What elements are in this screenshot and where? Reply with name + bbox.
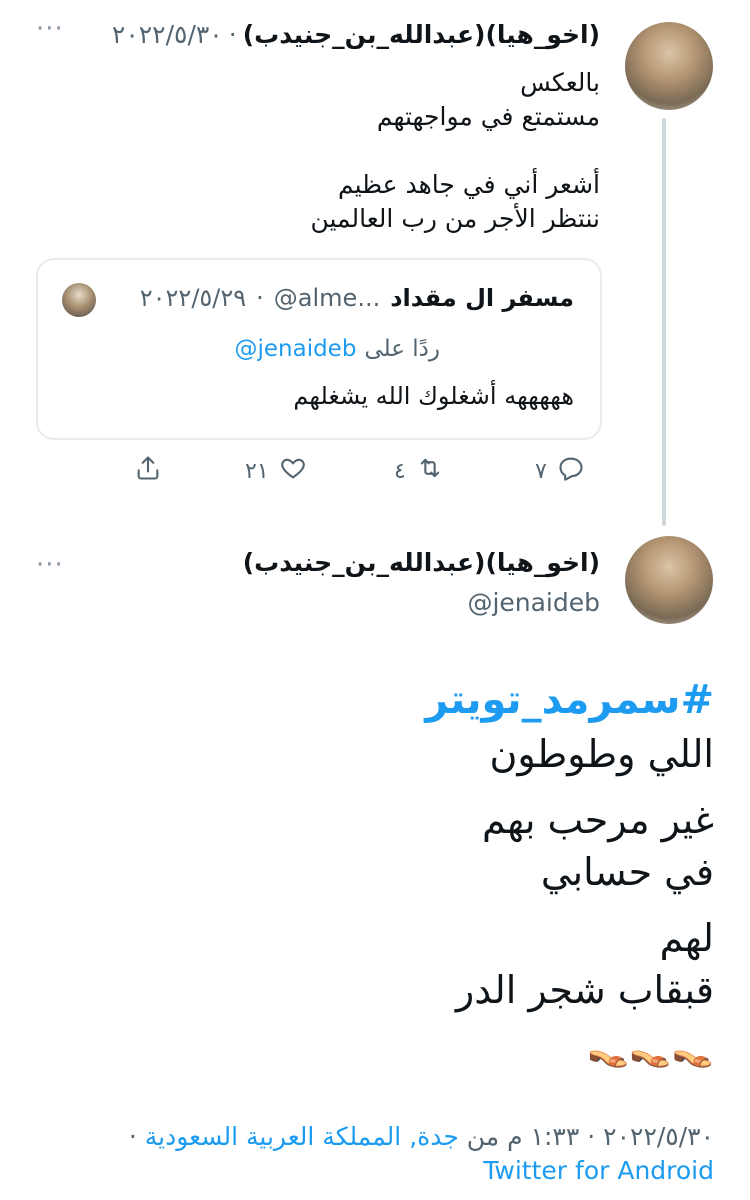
avatar[interactable] — [625, 536, 713, 624]
text-line: مستمتع في مواجهتهم — [376, 102, 600, 131]
text-line: قبقاب شجر الدر — [455, 968, 714, 1012]
heart-icon[interactable] — [279, 454, 307, 488]
quoted-handle[interactable]: @alme... — [274, 284, 380, 312]
reply-action[interactable]: ٧ — [535, 454, 585, 488]
replying-to-label: ردًا على — [364, 336, 440, 362]
replying-to-handle[interactable]: @jenaideb — [234, 336, 356, 362]
from-label: من — [466, 1122, 500, 1151]
more-horizontal-icon[interactable]: ··· — [36, 550, 64, 580]
emoji-line: 👡👡👡 — [586, 1030, 714, 1070]
tweet-paragraph: لهم قبقاب شجر الدر — [54, 912, 714, 1016]
tweet-paragraph: اللي وطوطون — [54, 728, 714, 780]
tweet-date[interactable]: ٢٠٢٢/٥/٣٠ — [603, 1122, 714, 1151]
text-line: ننتظر الأجر من رب العالمين — [310, 204, 600, 233]
text-line: اللي وطوطون — [489, 732, 714, 776]
source-link[interactable]: Twitter for Android — [483, 1156, 714, 1185]
share-action[interactable] — [134, 454, 162, 488]
thread-line — [662, 118, 666, 526]
text-line: أشعر أني في جاهد عظيم — [337, 170, 600, 199]
tweet-paragraph: غير مرحب بهم في حسابي — [54, 794, 714, 898]
more-horizontal-icon[interactable]: ··· — [36, 14, 64, 44]
reply-tweet-text: بالعكس مستمتع في مواجهتهم أشعر أني في جا… — [60, 66, 600, 236]
retweet-icon[interactable] — [416, 454, 444, 488]
quoted-tweet-header: مسفر ال مقداد @alme... · ٢٠٢٢/٥/٢٩ — [104, 284, 574, 312]
like-action[interactable]: ٢١ — [245, 454, 307, 488]
location-link[interactable]: جدة, المملكة العربية السعودية — [145, 1122, 459, 1151]
like-count: ٢١ — [245, 458, 269, 484]
text-line: في حسابي — [540, 850, 714, 894]
separator: · — [587, 1122, 596, 1151]
separator: · — [128, 1122, 137, 1151]
reply-tweet-header: (اخو_هيا)(عبدالله_بن_جنيدب) · ٢٠٢٢/٥/٣٠ — [40, 20, 600, 49]
separator: · — [256, 284, 264, 312]
share-icon[interactable] — [134, 454, 162, 488]
quoted-display-name[interactable]: مسفر ال مقداد — [390, 284, 574, 312]
tweet-date[interactable]: ٢٠٢٢/٥/٣٠ — [112, 20, 223, 49]
replying-to: ردًا على @jenaideb — [140, 336, 440, 362]
avatar[interactable] — [625, 22, 713, 110]
hashtag-link[interactable]: #سمرمد_تويتر — [54, 672, 714, 728]
text-line: بالعكس — [520, 68, 600, 97]
quoted-tweet-text: هههههه أشغلوك الله يشغلهم — [293, 382, 574, 410]
quoted-date[interactable]: ٢٠٢٢/٥/٢٩ — [140, 284, 246, 312]
text-line: لهم — [659, 916, 714, 960]
tweet-body: #سمرمد_تويتر اللي وطوطون غير مرحب بهم في… — [54, 672, 714, 1070]
quoted-avatar[interactable] — [62, 283, 96, 317]
retweet-count: ٤ — [394, 458, 406, 484]
text-line: غير مرحب بهم — [482, 798, 714, 842]
tweet-time[interactable]: ١:٣٣ م — [507, 1122, 579, 1151]
tweet-meta: ٢٠٢٢/٥/٣٠ · ١:٣٣ م من جدة, المملكة العرب… — [14, 1120, 714, 1154]
reply-icon[interactable] — [557, 454, 585, 488]
retweet-action[interactable]: ٤ — [394, 454, 444, 488]
separator: · — [228, 20, 237, 49]
handle[interactable]: @jenaideb — [467, 588, 600, 617]
reply-count: ٧ — [535, 458, 547, 484]
display-name[interactable]: (اخو_هيا)(عبدالله_بن_جنيدب) — [120, 548, 600, 577]
display-name[interactable]: (اخو_هيا)(عبدالله_بن_جنيدب) — [243, 20, 600, 49]
